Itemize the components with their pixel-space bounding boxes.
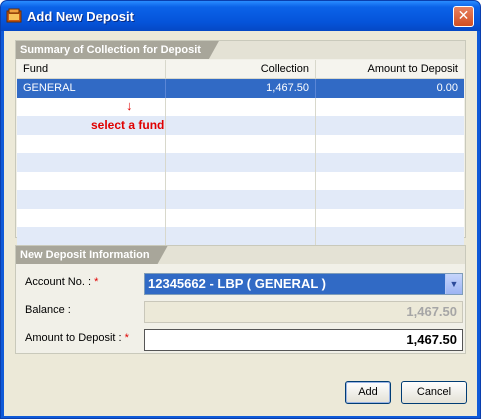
- chevron-down-icon[interactable]: ▼: [445, 274, 462, 294]
- empty-row: [17, 208, 464, 227]
- window-title: Add New Deposit: [27, 9, 134, 24]
- empty-row: [17, 134, 464, 153]
- deposit-info-panel: New Deposit Information Account No. : * …: [15, 245, 466, 354]
- grid-header: Fund Collection Amount to Deposit: [17, 60, 464, 79]
- cancel-button[interactable]: Cancel: [401, 381, 467, 404]
- close-button[interactable]: ✕: [453, 6, 474, 27]
- column-header-fund[interactable]: Fund: [17, 60, 166, 78]
- cell-fund: GENERAL: [17, 79, 166, 98]
- annotation-arrow: ↓: [126, 98, 133, 113]
- column-header-amount[interactable]: Amount to Deposit: [316, 60, 464, 78]
- amount-input[interactable]: 1,467.50: [144, 329, 463, 351]
- amount-row: Amount to Deposit : * 1,467.50: [20, 327, 463, 352]
- cell-collection: 1,467.50: [166, 79, 316, 98]
- summary-panel-title: Summary of Collection for Deposit: [16, 41, 219, 59]
- empty-row: [17, 153, 464, 172]
- amount-label: Amount to Deposit : *: [25, 332, 129, 344]
- deposit-panel-header: New Deposit Information: [16, 246, 465, 264]
- app-icon: [6, 8, 22, 23]
- empty-row: [17, 190, 464, 209]
- account-select[interactable]: 12345662 - LBP ( GENERAL ) ▼: [144, 273, 463, 295]
- cell-amount: 0.00: [436, 82, 458, 94]
- balance-label: Balance :: [25, 304, 71, 316]
- column-header-collection[interactable]: Collection: [166, 60, 316, 78]
- account-row: Account No. : * 12345662 - LBP ( GENERAL…: [20, 271, 463, 296]
- balance-field: 1,467.50: [144, 301, 463, 323]
- deposit-panel-title: New Deposit Information: [16, 246, 168, 264]
- account-label: Account No. : *: [25, 276, 99, 288]
- empty-row: [17, 116, 464, 135]
- balance-row: Balance : 1,467.50: [20, 299, 463, 324]
- empty-row: [17, 97, 464, 116]
- account-value: 12345662 - LBP ( GENERAL ): [148, 276, 326, 291]
- add-deposit-window: Add New Deposit ✕ Summary of Collection …: [0, 0, 481, 419]
- empty-row: [17, 171, 464, 190]
- dialog-body: Summary of Collection for Deposit Fund C…: [4, 31, 477, 416]
- summary-panel-header: Summary of Collection for Deposit: [16, 41, 465, 59]
- summary-grid[interactable]: Fund Collection Amount to Deposit GENERA…: [17, 60, 464, 246]
- empty-row: [17, 227, 464, 246]
- table-row[interactable]: GENERAL 1,467.50 0.00: [17, 79, 464, 98]
- add-button[interactable]: Add: [345, 381, 391, 404]
- annotation-text: select a fund: [91, 118, 165, 132]
- title-bar[interactable]: Add New Deposit ✕: [1, 1, 480, 31]
- summary-panel: Summary of Collection for Deposit Fund C…: [15, 40, 466, 246]
